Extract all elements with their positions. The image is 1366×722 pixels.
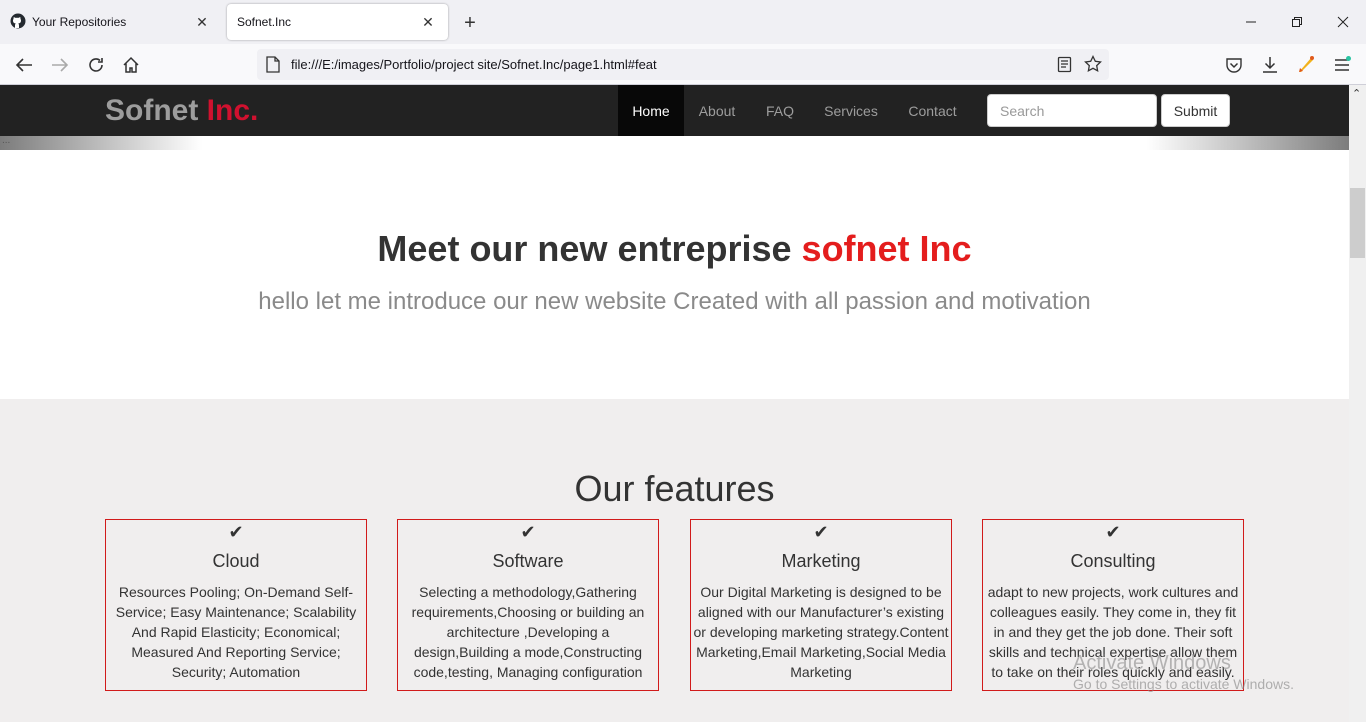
feature-card-marketing: ✔ Marketing Our Digital Marketing is des… [690,519,952,691]
hero-subtitle: hello let me introduce our new website C… [258,288,1091,315]
back-arrow-icon[interactable] [9,50,39,80]
hero-section: Meet our new entreprise sofnet Inc hello… [0,150,1349,399]
page-viewport: Sofnet Inc. Home About FAQ Services Cont… [0,85,1349,722]
page-icon [266,56,280,78]
browser-tab-bar: Your Repositories ✕ Sofnet.Inc ✕ + [0,0,1366,44]
features-heading: Our features [574,468,775,509]
close-tab-icon[interactable]: ✕ [192,12,212,32]
carousel-strip [0,136,1349,150]
feature-card-software: ✔ Software Selecting a methodology,Gathe… [397,519,659,691]
feature-title: Cloud [212,551,260,571]
checkmark-icon: ✔ [228,522,244,542]
nav-contact[interactable]: Contact [893,85,972,136]
carousel-indicator[interactable]: ... [2,135,10,146]
brand-name: Sofnet [105,94,199,127]
feature-card-cloud: ✔ Cloud Resources Pooling; On-Demand Sel… [105,519,367,691]
nav-faq[interactable]: FAQ [751,85,809,136]
reload-icon[interactable] [81,50,111,80]
scroll-up-icon[interactable]: ⌃ [1352,87,1361,100]
search-input[interactable] [987,94,1157,127]
page-scrollbar[interactable]: ⌃ [1349,85,1366,722]
pocket-icon[interactable] [1219,50,1249,80]
github-icon [10,13,26,32]
url-text[interactable]: file:///E:/images/Portfolio/project site… [291,57,657,72]
site-navbar: Sofnet Inc. Home About FAQ Services Cont… [0,85,1349,136]
checkmark-icon: ✔ [813,522,829,542]
scrollbar-thumb[interactable] [1350,188,1365,258]
menu-hamburger-icon[interactable] [1327,50,1357,80]
downloads-icon[interactable] [1255,50,1285,80]
checkmark-icon: ✔ [520,522,536,542]
close-window-button[interactable] [1320,0,1366,44]
submit-button[interactable]: Submit [1161,94,1230,127]
address-bar[interactable]: file:///E:/images/Portfolio/project site… [257,49,1109,80]
feature-description: Selecting a methodology,Gathering requir… [411,584,645,680]
extension-icon[interactable] [1291,50,1321,80]
hero-title-main: Meet our new entreprise [377,228,792,269]
hero-title-accent: sofnet Inc [801,228,972,269]
bookmark-star-icon[interactable] [1084,54,1102,78]
activate-windows-watermark: Activate Windows [1073,652,1231,674]
feature-title: Consulting [1070,551,1156,571]
feature-description: Resources Pooling; On-Demand Self-Servic… [115,584,357,680]
site-brand-logo[interactable]: Sofnet Inc. [105,94,258,128]
forward-arrow-icon[interactable] [45,50,75,80]
activate-windows-hint: Go to Settings to activate Windows. [1073,676,1294,692]
close-tab-icon[interactable]: ✕ [418,12,438,32]
reader-view-icon[interactable] [1057,56,1073,78]
tab-your-repositories[interactable]: Your Repositories ✕ [0,4,222,40]
nav-services[interactable]: Services [809,85,893,136]
restore-button[interactable] [1274,0,1320,44]
home-icon[interactable] [116,50,146,80]
new-tab-button[interactable]: + [458,11,482,35]
feature-title: Marketing [781,551,861,571]
feature-title: Software [492,551,564,571]
tab-title: Your Repositories [32,15,127,29]
hero-title: Meet our new entreprise sofnet Inc [0,228,1349,270]
browser-toolbar: file:///E:/images/Portfolio/project site… [0,44,1366,85]
tab-sofnet[interactable]: Sofnet.Inc ✕ [227,4,448,40]
tab-title: Sofnet.Inc [237,15,292,29]
minimize-button[interactable] [1228,0,1274,44]
checkmark-icon: ✔ [1105,522,1121,542]
feature-description: Our Digital Marketing is designed to be … [693,584,949,680]
nav-home[interactable]: Home [618,85,684,136]
nav-about[interactable]: About [684,85,750,136]
brand-accent: Inc. [206,94,259,127]
